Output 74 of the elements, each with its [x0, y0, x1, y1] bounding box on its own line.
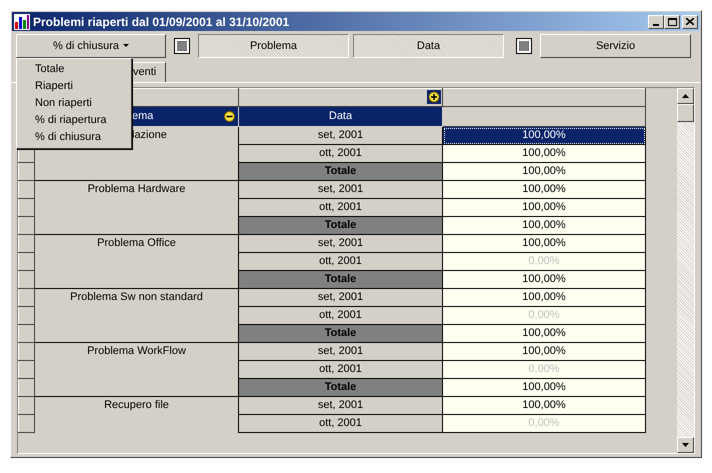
period-cell: ott, 2001 — [238, 360, 442, 378]
row-header[interactable] — [18, 342, 34, 360]
group-cell: Problema Hardware — [34, 180, 238, 234]
group-cell: Recupero file — [34, 396, 238, 432]
total-cell: Totale — [238, 324, 442, 342]
field-button[interactable]: Problema — [198, 34, 349, 58]
total-cell: Totale — [238, 162, 442, 180]
row-header[interactable] — [18, 396, 34, 414]
value-cell[interactable]: 100,00% — [442, 270, 646, 288]
bar-chart-icon — [14, 14, 30, 30]
scroll-thumb[interactable] — [677, 104, 694, 122]
value-cell[interactable]: 100,00% — [442, 162, 646, 180]
maximize-button[interactable] — [664, 14, 680, 28]
close-icon — [686, 18, 694, 25]
minimize-button[interactable] — [648, 14, 664, 28]
value-cell[interactable]: 100,00% — [442, 324, 646, 342]
window-title: Problemi riaperti dal 01/09/2001 al 31/10/2001 — [33, 14, 290, 30]
value-cell[interactable]: 100,00% — [442, 288, 646, 306]
period-cell: set, 2001 — [238, 396, 442, 414]
rows-icon[interactable] — [174, 38, 190, 54]
down-arrow-icon — [682, 443, 689, 447]
period-cell: ott, 2001 — [238, 306, 442, 324]
period-cell: ott, 2001 — [238, 414, 442, 432]
field-button[interactable]: Servizio — [540, 34, 691, 58]
row-header[interactable] — [18, 360, 34, 378]
up-arrow-icon — [682, 94, 689, 98]
row-header[interactable] — [18, 198, 34, 216]
value-cell[interactable]: 100,00% — [442, 216, 646, 234]
value-cell[interactable]: 100,00% — [442, 378, 646, 396]
group-cell: Problema WorkFlow — [34, 342, 238, 396]
period-cell: set, 2001 — [238, 126, 442, 144]
measure-dropdown[interactable]: % di chiusura — [16, 34, 166, 58]
value-cell[interactable]: 100,00% — [442, 234, 646, 252]
menu-item[interactable]: Riaperti — [17, 78, 131, 95]
row-header[interactable] — [18, 324, 34, 342]
scroll-up-button[interactable] — [677, 88, 694, 104]
scrollbar[interactable] — [677, 88, 694, 453]
period-cell: set, 2001 — [238, 180, 442, 198]
row-header[interactable] — [18, 306, 34, 324]
row-header[interactable] — [18, 180, 34, 198]
menu-item[interactable]: Totale — [17, 61, 131, 78]
expand-icon[interactable] — [427, 90, 441, 104]
column-header[interactable]: Data — [238, 106, 442, 126]
row-header[interactable] — [18, 270, 34, 288]
row-header[interactable] — [18, 216, 34, 234]
row-header[interactable] — [18, 378, 34, 396]
group-cell: Problema Sw non standard — [34, 288, 238, 342]
collapse-icon[interactable] — [224, 111, 235, 122]
period-cell: ott, 2001 — [238, 144, 442, 162]
total-cell: Totale — [238, 216, 442, 234]
row-header[interactable] — [18, 234, 34, 252]
period-cell: set, 2001 — [238, 342, 442, 360]
row-header[interactable] — [18, 162, 34, 180]
row-header[interactable] — [18, 288, 34, 306]
group-cell: Problema Office — [34, 234, 238, 288]
value-cell[interactable]: 100,00% — [442, 180, 646, 198]
row-header[interactable] — [18, 252, 34, 270]
value-cell[interactable]: 100,00% — [442, 144, 646, 162]
value-cell[interactable]: 100,00% — [442, 342, 646, 360]
close-button[interactable] — [682, 14, 698, 28]
period-cell: ott, 2001 — [238, 198, 442, 216]
field-button[interactable]: Data — [353, 34, 504, 58]
value-cell[interactable]: 100,00% — [442, 396, 646, 414]
columns-icon[interactable] — [516, 38, 532, 54]
period-cell: ott, 2001 — [238, 252, 442, 270]
value-cell[interactable]: 100,00% — [442, 198, 646, 216]
value-cell[interactable]: 100,00% — [442, 126, 646, 144]
period-cell: set, 2001 — [238, 234, 442, 252]
caret-icon — [123, 44, 130, 48]
scroll-down-button[interactable] — [677, 437, 694, 453]
total-cell: Totale — [238, 270, 442, 288]
period-cell: set, 2001 — [238, 288, 442, 306]
row-header[interactable] — [18, 414, 34, 432]
total-cell: Totale — [238, 378, 442, 396]
